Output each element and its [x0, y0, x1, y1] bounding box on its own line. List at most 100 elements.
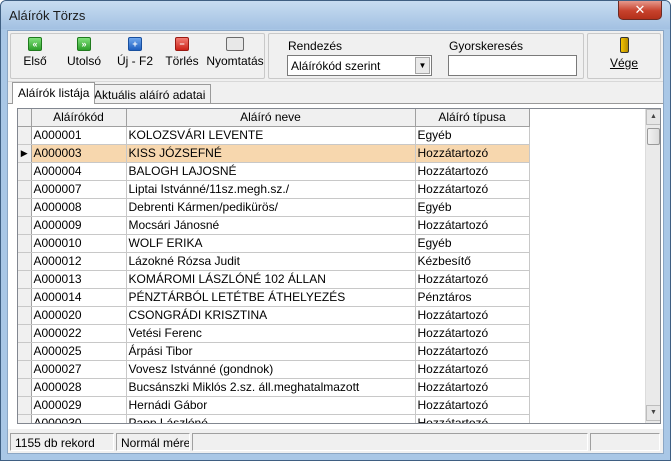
cell-signer-code[interactable]: A000029	[31, 396, 127, 415]
cell-signer-type[interactable]: Hozzátartozó	[415, 270, 530, 289]
cell-signer-name[interactable]: KISS JÓZSEFNÉ	[126, 144, 416, 163]
cell-signer-type[interactable]: Hozzátartozó	[415, 378, 530, 397]
signer-grid[interactable]: Aláírókód Aláíró neve Aláíró típusa A000…	[17, 108, 661, 424]
delete-button[interactable]: − Törlés	[164, 37, 200, 73]
cell-signer-name[interactable]: Vetési Ferenc	[126, 324, 416, 343]
row-indicator[interactable]	[18, 342, 32, 361]
cell-signer-name[interactable]: BALOGH LAJOSNÉ	[126, 162, 416, 181]
tab-signer-list[interactable]: Aláírók listája	[12, 82, 96, 104]
table-row[interactable]: A000004 BALOGH LAJOSNÉ Hozzátartozó	[18, 162, 530, 181]
cell-signer-type[interactable]: Hozzátartozó	[415, 414, 530, 423]
cell-signer-name[interactable]: WOLF ERIKA	[126, 234, 416, 253]
new-button[interactable]: + Új - F2	[112, 37, 158, 73]
cell-signer-code[interactable]: A000027	[31, 360, 127, 379]
cell-signer-type[interactable]: Hozzátartozó	[415, 144, 530, 163]
exit-button[interactable]: Vége	[598, 37, 650, 73]
scroll-up-icon[interactable]: ▲	[646, 109, 660, 125]
cell-signer-type[interactable]: Egyéb	[415, 126, 530, 145]
scroll-thumb[interactable]	[647, 128, 660, 145]
cell-signer-type[interactable]: Kézbesítő	[415, 252, 530, 271]
table-row[interactable]: A000012 Lázokné Rózsa Judit Kézbesítő	[18, 252, 530, 271]
table-row[interactable]: A000007 Liptai Istvánné/11sz.megh.sz./Hoz…	[18, 180, 530, 199]
table-row[interactable]: A000027 Vovesz Istvánné (gondnok) Hozzátar…	[18, 360, 530, 379]
cell-signer-code[interactable]: A000010	[31, 234, 127, 253]
table-row[interactable]: A000025 Árpási Tibor Hozzátartozó	[18, 342, 530, 361]
first-button[interactable]: « Első	[18, 37, 52, 73]
cell-signer-name[interactable]: CSONGRÁDI KRISZTINA	[126, 306, 416, 325]
cell-signer-type[interactable]: Pénztáros	[415, 288, 530, 307]
table-row[interactable]: A000022 Vetési Ferenc Hozzátartozó	[18, 324, 530, 343]
row-indicator[interactable]	[18, 396, 32, 415]
current-row-pointer-icon[interactable]: ▶	[18, 144, 32, 163]
row-indicator[interactable]	[18, 270, 32, 289]
table-row[interactable]: A000030 Papp Lászlóné Hozzátartozó	[18, 414, 530, 423]
cell-signer-name[interactable]: KOMÁROMI LÁSZLÓNÉ 102 ÁLLAN	[126, 270, 416, 289]
table-row[interactable]: A000010 WOLF ERIKA Egyéb	[18, 234, 530, 253]
cell-signer-code[interactable]: A000007	[31, 180, 127, 199]
table-row[interactable]: A000020 CSONGRÁDI KRISZTINA Hozzátartozó	[18, 306, 530, 325]
row-indicator[interactable]	[18, 378, 32, 397]
quick-search-input[interactable]	[448, 55, 577, 76]
print-button[interactable]: Nyomtatás	[206, 37, 264, 73]
title-bar[interactable]: Aláírók Törzs ✕	[1, 1, 670, 29]
cell-signer-code[interactable]: A000012	[31, 252, 127, 271]
cell-signer-code[interactable]: A000008	[31, 198, 127, 217]
row-indicator[interactable]	[18, 216, 32, 235]
cell-signer-type[interactable]: Egyéb	[415, 198, 530, 217]
cell-signer-code[interactable]: A000028	[31, 378, 127, 397]
row-indicator[interactable]	[18, 288, 32, 307]
sort-select[interactable]: Aláírókód szerint ▼	[287, 55, 432, 76]
tab-current-signer[interactable]: Aktuális aláíró adatai	[88, 84, 212, 104]
table-row[interactable]: A000013 KOMÁROMI LÁSZLÓNÉ 102 ÁLLAN Hozzát…	[18, 270, 530, 289]
row-indicator[interactable]	[18, 126, 32, 145]
close-button[interactable]: ✕	[618, 1, 662, 20]
vertical-scrollbar[interactable]: ▲ ▼	[645, 109, 660, 423]
column-header-code[interactable]: Aláírókód	[31, 109, 127, 127]
cell-signer-name[interactable]: Árpási Tibor	[126, 342, 416, 361]
column-header-name[interactable]: Aláíró neve	[126, 109, 416, 127]
row-indicator[interactable]	[18, 360, 32, 379]
cell-signer-code[interactable]: A000001	[31, 126, 127, 145]
cell-signer-name[interactable]: Lázokné Rózsa Judit	[126, 252, 416, 271]
table-row[interactable]: A000009 Mocsári Jánosné Hozzátartozó	[18, 216, 530, 235]
cell-signer-code[interactable]: A000009	[31, 216, 127, 235]
cell-signer-name[interactable]: KOLOZSVÁRI LEVENTE	[126, 126, 416, 145]
cell-signer-name[interactable]: Debrenti Kármen/pedikürös/	[126, 198, 416, 217]
cell-signer-name[interactable]: Papp Lászlóné	[126, 414, 416, 423]
table-row[interactable]: ▶ A000003 KISS JÓZSEFNÉ Hozzátartozó	[18, 144, 530, 163]
cell-signer-name[interactable]: Hernádi Gábor	[126, 396, 416, 415]
column-header-type[interactable]: Aláíró típusa	[415, 109, 530, 127]
table-row[interactable]: A000014 PÉNZTÁRBÓL LETÉTBE ÁTHELYEZÉS Pénz…	[18, 288, 530, 307]
cell-signer-code[interactable]: A000013	[31, 270, 127, 289]
cell-signer-type[interactable]: Hozzátartozó	[415, 162, 530, 181]
cell-signer-name[interactable]: Bucsánszki Miklós 2.sz. áll.meghatalmazo…	[126, 378, 416, 397]
row-indicator[interactable]	[18, 198, 32, 217]
cell-signer-type[interactable]: Hozzátartozó	[415, 306, 530, 325]
row-indicator[interactable]	[18, 252, 32, 271]
table-row[interactable]: A000001 KOLOZSVÁRI LEVENTE Egyéb	[18, 126, 530, 145]
row-indicator[interactable]	[18, 162, 32, 181]
cell-signer-name[interactable]: Vovesz Istvánné (gondnok)	[126, 360, 416, 379]
cell-signer-name[interactable]: PÉNZTÁRBÓL LETÉTBE ÁTHELYEZÉS	[126, 288, 416, 307]
cell-signer-code[interactable]: A000014	[31, 288, 127, 307]
last-button[interactable]: » Utolsó	[62, 37, 106, 73]
cell-signer-name[interactable]: Liptai Istvánné/11sz.megh.sz./	[126, 180, 416, 199]
table-row[interactable]: A000008 Debrenti Kármen/pedikürös/Egyéb	[18, 198, 530, 217]
cell-signer-type[interactable]: Hozzátartozó	[415, 396, 530, 415]
table-row[interactable]: A000028 Bucsánszki Miklós 2.sz. áll.megha…	[18, 378, 530, 397]
cell-signer-type[interactable]: Hozzátartozó	[415, 216, 530, 235]
cell-signer-type[interactable]: Hozzátartozó	[415, 324, 530, 343]
row-indicator[interactable]	[18, 324, 32, 343]
cell-signer-code[interactable]: A000004	[31, 162, 127, 181]
cell-signer-code[interactable]: A000030	[31, 414, 127, 423]
cell-signer-type[interactable]: Egyéb	[415, 234, 530, 253]
row-indicator[interactable]	[18, 414, 32, 423]
table-row[interactable]: A000029 Hernádi Gábor Hozzátartozó	[18, 396, 530, 415]
row-indicator[interactable]	[18, 234, 32, 253]
cell-signer-type[interactable]: Hozzátartozó	[415, 342, 530, 361]
scroll-down-icon[interactable]: ▼	[646, 405, 660, 421]
cell-signer-type[interactable]: Hozzátartozó	[415, 360, 530, 379]
cell-signer-name[interactable]: Mocsári Jánosné	[126, 216, 416, 235]
cell-signer-type[interactable]: Hozzátartozó	[415, 180, 530, 199]
row-indicator[interactable]	[18, 180, 32, 199]
